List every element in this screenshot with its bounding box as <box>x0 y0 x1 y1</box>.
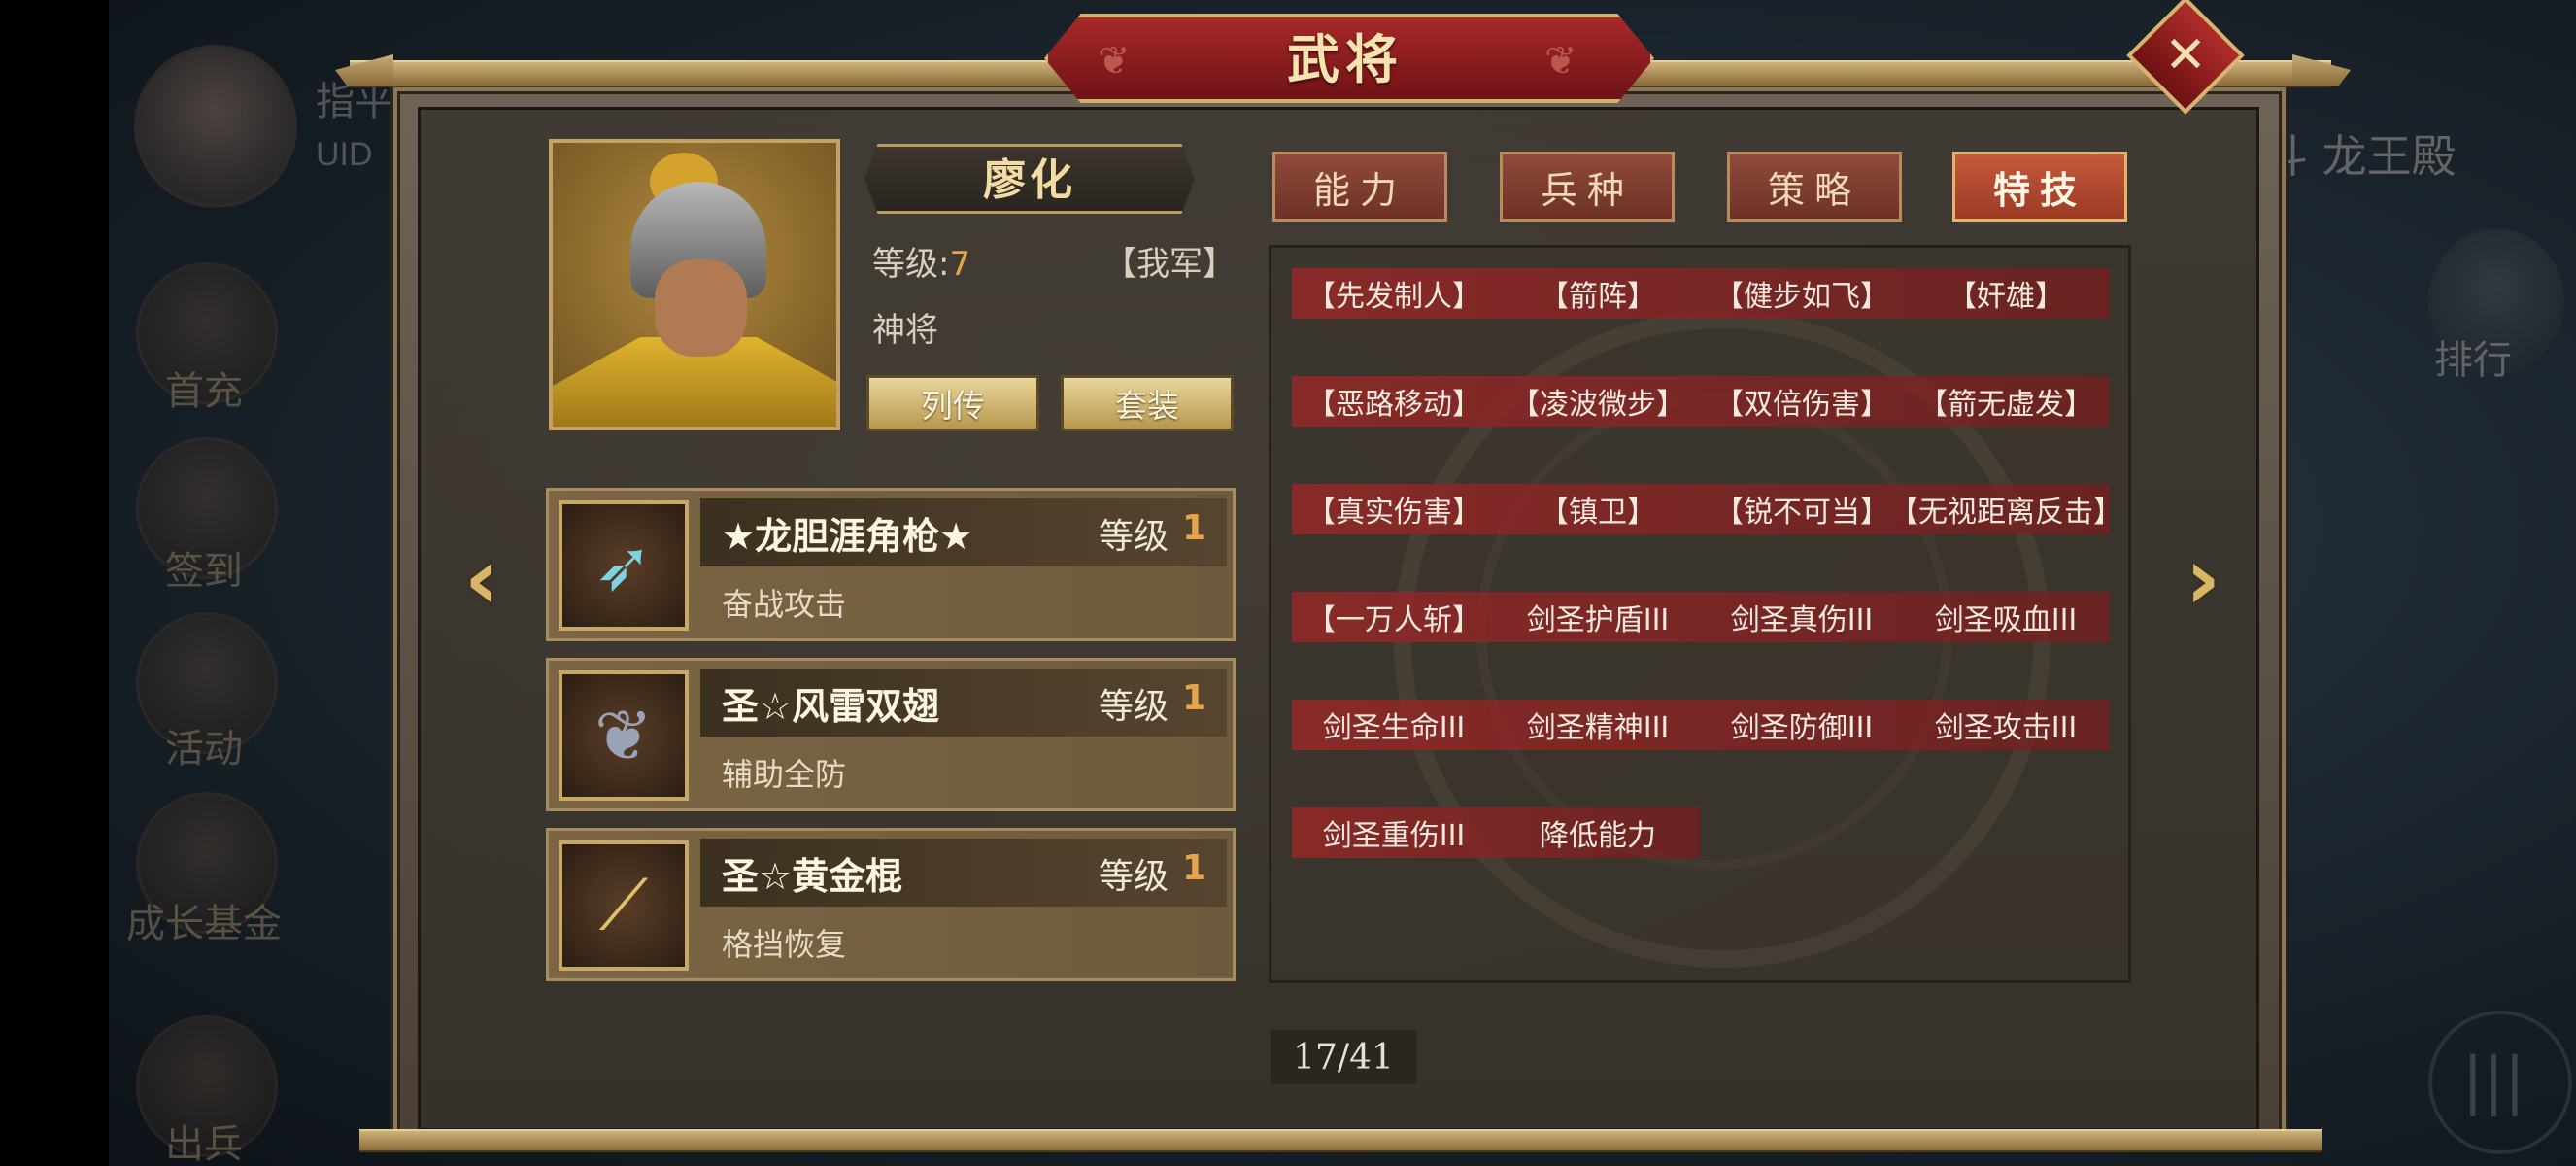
skill-item[interactable]: 剑圣精神III <box>1496 700 1700 750</box>
skill-item[interactable]: 剑圣重伤III <box>1292 807 1496 858</box>
skill-item[interactable]: 【一万人斩】 <box>1292 592 1496 642</box>
page-indicator: 17/41 <box>1271 1030 1416 1084</box>
portrait-face <box>655 259 747 357</box>
equipment-desc: 辅助全防 <box>722 756 847 793</box>
dispatch-label: 出兵 <box>165 1122 243 1166</box>
equipment-set-button[interactable]: 套装 <box>1061 375 1234 431</box>
skill-item[interactable]: 【真实伤害】 <box>1292 484 1496 534</box>
prev-general-arrow-icon[interactable]: ‹ <box>451 529 513 629</box>
general-portrait <box>549 139 840 430</box>
equipment-icon-frame: ❦ <box>559 670 689 801</box>
tab-special-skills[interactable]: 特技 <box>1952 152 2127 222</box>
skill-item[interactable]: 剑圣生命III <box>1292 700 1496 750</box>
close-icon[interactable]: ✕ <box>2144 14 2227 97</box>
equipment-slot-weapon[interactable]: ➶ ★龙胆涯角枪★ 等级 1 奋战攻击 <box>546 488 1236 641</box>
panel-bottom-rail <box>359 1129 2322 1152</box>
equipment-level-label: 等级 <box>1099 857 1169 897</box>
uid-label: UID <box>316 136 373 173</box>
tab-ability[interactable]: 能力 <box>1272 152 1447 222</box>
skill-item[interactable]: 【凌波微步】 <box>1496 376 1700 427</box>
next-general-arrow-icon[interactable]: › <box>2172 529 2234 629</box>
skill-item[interactable]: 剑圣真伤III <box>1700 592 1904 642</box>
equipment-name: 圣☆风雷双翅 <box>722 685 940 728</box>
menu-icon: ||| <box>2462 1046 2525 1117</box>
skill-item[interactable]: 【无视距离反击】 <box>1889 484 2122 534</box>
general-rank: 神将 <box>872 311 938 350</box>
rank-label: 排行 <box>2434 338 2512 383</box>
tab-troops[interactable]: 兵种 <box>1500 152 1675 222</box>
sign-in-label: 签到 <box>165 549 243 594</box>
activity-label: 活动 <box>165 727 243 772</box>
equipment-icon-frame: ➶ <box>559 500 689 631</box>
skill-item[interactable]: 【恶路移动】 <box>1292 376 1496 427</box>
equipment-desc: 格挡恢复 <box>722 926 847 963</box>
skill-item[interactable]: 【健步如飞】 <box>1700 268 1904 319</box>
skill-item[interactable]: 【奸雄】 <box>1904 268 2108 319</box>
skill-item[interactable]: 【锐不可当】 <box>1700 484 1904 534</box>
panel-title: 武将 <box>1287 27 1404 90</box>
skill-item[interactable]: 【箭阵】 <box>1496 268 1700 319</box>
skill-item[interactable]: 【镇卫】 <box>1496 484 1700 534</box>
level-value: 7 <box>949 245 971 284</box>
equipment-level-label: 等级 <box>1099 517 1169 557</box>
equipment-desc: 奋战攻击 <box>722 586 847 623</box>
biography-button[interactable]: 列传 <box>866 375 1039 431</box>
equipment-name: ★龙胆涯角枪★ <box>722 515 973 558</box>
tab-strategy[interactable]: 策略 <box>1727 152 1902 222</box>
equipment-slot-accessory[interactable]: ⟋ 圣☆黄金棍 等级 1 格挡恢复 <box>546 828 1236 981</box>
skill-item[interactable]: 剑圣防御III <box>1700 700 1904 750</box>
equipment-level-value: 1 <box>1182 678 1207 718</box>
level-label: 等级:7 <box>872 237 970 285</box>
equipment-level-label: 等级 <box>1099 687 1169 727</box>
skill-item[interactable]: 剑圣吸血III <box>1904 592 2108 642</box>
player-avatar[interactable] <box>134 45 297 208</box>
staff-icon: ⟋ <box>598 864 649 945</box>
wings-icon: ❦ <box>593 695 654 776</box>
general-name: 廖化 <box>983 155 1076 205</box>
skill-item[interactable]: 【箭无虚发】 <box>1904 376 2108 427</box>
equipment-level-value: 1 <box>1182 508 1207 548</box>
equipment-level-value: 1 <box>1182 848 1207 888</box>
first-recharge-label: 首充 <box>165 369 243 414</box>
faction-label: 【我军】 <box>1103 245 1236 284</box>
skill-item[interactable]: 【先发制人】 <box>1292 268 1496 319</box>
skill-item[interactable]: 降低能力 <box>1496 807 1700 858</box>
spear-icon: ➶ <box>593 525 654 606</box>
equipment-name: 圣☆黄金棍 <box>722 855 903 898</box>
skill-item[interactable]: 剑圣护盾III <box>1496 592 1700 642</box>
skill-item[interactable]: 【双倍伤害】 <box>1700 376 1904 427</box>
growth-fund-label: 成长基金 <box>126 902 282 946</box>
level-label-text: 等级: <box>872 245 950 284</box>
equipment-icon-frame: ⟋ <box>559 840 689 971</box>
skill-item[interactable]: 剑圣攻击III <box>1904 700 2108 750</box>
background-event-title: 斗 龙王殿 <box>2263 130 2457 183</box>
equipment-slot-wings[interactable]: ❦ 圣☆风雷双翅 等级 1 辅助全防 <box>546 658 1236 811</box>
game-screen: 指平 UID 首充 签到 活动 成长基金 出兵 斗 龙王殿 排行 ||| ❦ ❦… <box>0 0 2576 1166</box>
